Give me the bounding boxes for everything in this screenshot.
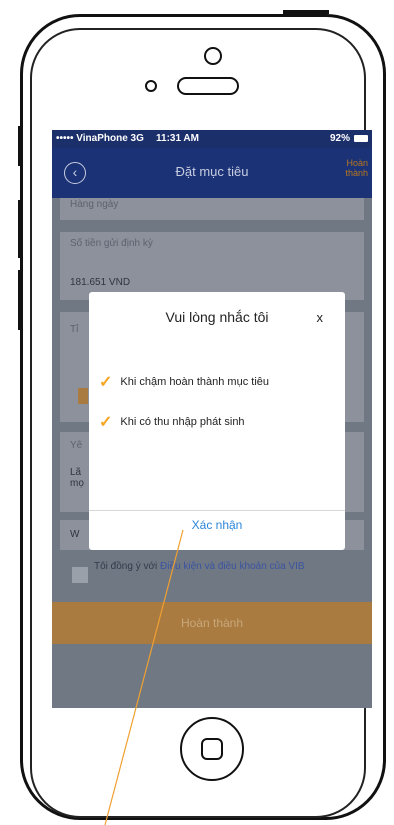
annotation-pointer-line [104,529,184,825]
